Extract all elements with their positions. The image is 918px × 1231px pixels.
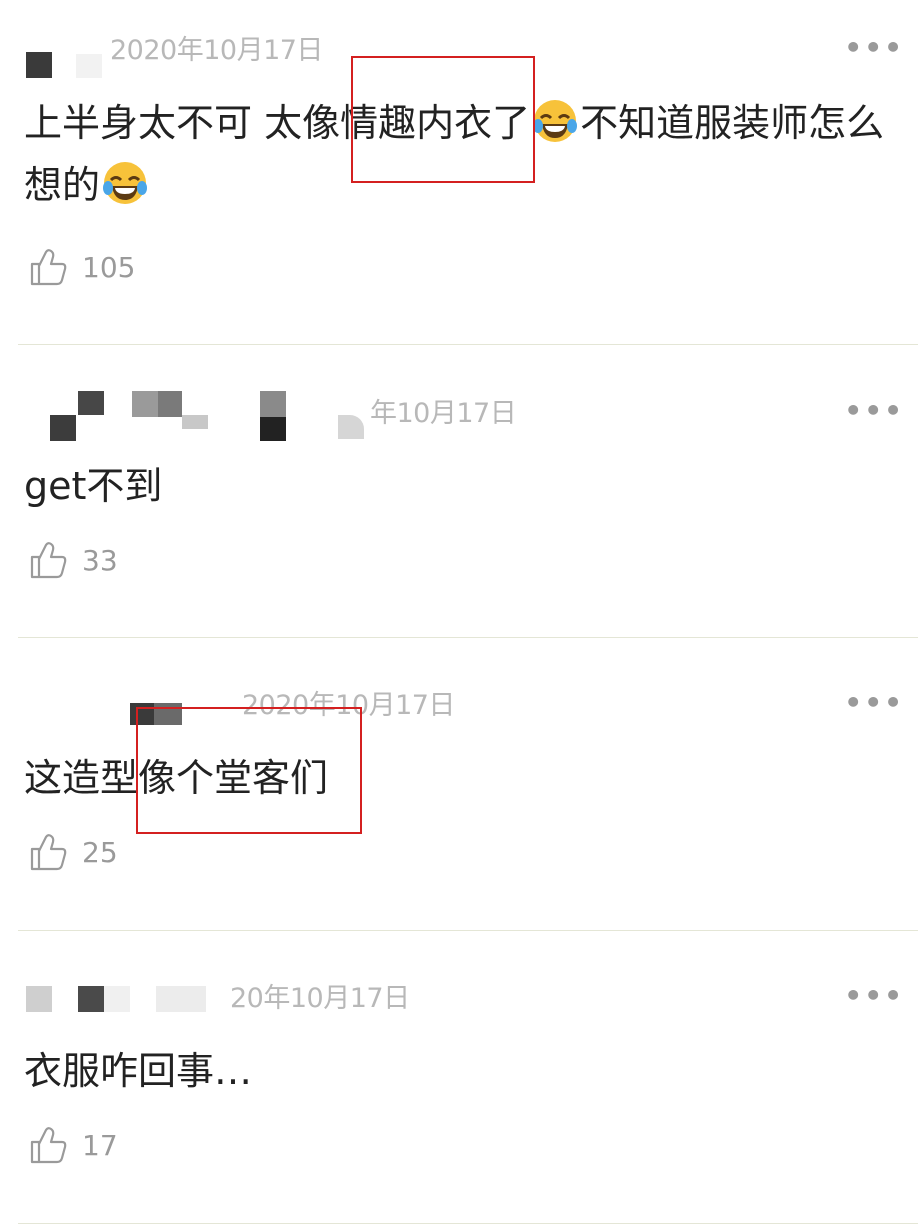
divider: [18, 1223, 918, 1224]
more-dots-icon[interactable]: •••: [844, 689, 904, 717]
highlight-box: [351, 56, 535, 183]
more-dots-icon[interactable]: •••: [844, 397, 904, 425]
thumbs-up-icon: [30, 834, 67, 871]
like-count: 25: [82, 835, 118, 869]
like-count: 105: [82, 250, 136, 284]
avatar: [24, 982, 234, 1032]
like-count: 33: [82, 543, 118, 577]
tears-of-joy-emoji-icon: [532, 98, 578, 144]
thumbs-up-icon: [30, 249, 67, 286]
thumbs-up-icon: [30, 1127, 67, 1164]
comment-text: 衣服咋回事…: [24, 1049, 253, 1093]
comment-item: 20年10月17日 ••• 衣服咋回事… 17: [0, 930, 918, 1230]
thumbs-up-icon: [30, 542, 67, 579]
comment-date: 2020年10月17日: [110, 35, 323, 66]
comment-item: 2020年10月17日 ••• 这造型像个堂客们 25: [0, 637, 918, 931]
comment-text: get不到: [24, 464, 163, 508]
highlight-box: [136, 707, 362, 834]
like-button[interactable]: 25: [28, 831, 118, 873]
avatar: [24, 48, 104, 98]
avatar: [24, 387, 369, 441]
like-button[interactable]: 105: [28, 246, 135, 288]
like-button[interactable]: 33: [28, 539, 118, 581]
like-button[interactable]: 17: [28, 1124, 118, 1166]
comment-item: 年10月17日 ••• get不到 33: [0, 345, 918, 638]
comment-date: 年10月17日: [370, 398, 517, 429]
more-dots-icon[interactable]: •••: [844, 34, 904, 62]
more-dots-icon[interactable]: •••: [844, 982, 904, 1010]
comment-item: 2020年10月17日 ••• 上半身太不可 太像情趣内衣了 不知道服装师怎么想的…: [0, 0, 918, 345]
like-count: 17: [82, 1128, 118, 1162]
comment-date: 20年10月17日: [230, 983, 410, 1014]
tears-of-joy-emoji-icon: [102, 160, 148, 206]
